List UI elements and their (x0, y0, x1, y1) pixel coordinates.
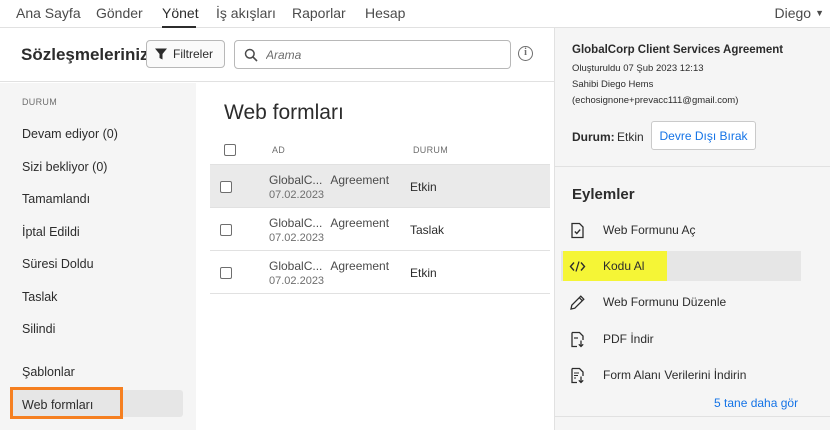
row-date: 07.02.2023 (269, 232, 325, 244)
action-download-form-data[interactable]: Form Alanı Verilerini İndirin (561, 360, 801, 390)
panel-bottom-divider (555, 416, 830, 417)
pdf-download-icon (571, 331, 584, 348)
nav-home[interactable]: Ana Sayfa (16, 5, 81, 21)
sidebar-heading: DURUM (22, 97, 57, 107)
sidebar-item-deleted[interactable]: Silindi (22, 322, 55, 336)
user-menu[interactable]: Diego ▼ (774, 5, 824, 21)
info-icon[interactable]: i (518, 46, 533, 61)
sidebar-item-templates[interactable]: Şablonlar (22, 365, 75, 379)
status-value: Etkin (617, 130, 644, 144)
details-panel: GlobalCorp Client Services Agreement Olu… (554, 28, 830, 430)
nav-account[interactable]: Hesap (365, 5, 405, 21)
nav-manage[interactable]: Yönet (162, 5, 199, 21)
sidebar-item-draft[interactable]: Taslak (22, 290, 57, 304)
row-name-part: Agreement (330, 259, 390, 273)
table-row[interactable]: GlobalC... Agreement 07.02.2023 Taslak (210, 208, 550, 251)
row-name-part: GlobalC... (269, 216, 323, 230)
row-name: GlobalC... Agreement (269, 216, 389, 230)
action-label: PDF İndir (603, 332, 654, 346)
user-name: Diego (774, 5, 812, 21)
created-date: Oluşturuldu 07 Şub 2023 12:13 (572, 63, 704, 74)
code-icon (569, 261, 586, 272)
search-input[interactable] (266, 47, 496, 62)
row-status: Etkin (410, 266, 437, 280)
owner-email: (echosignone+prevacc111@gmail.com) (572, 95, 739, 106)
action-download-pdf[interactable]: PDF İndir (561, 324, 801, 354)
top-nav: Ana Sayfa Gönder Yönet İş akışları Rapor… (0, 0, 830, 28)
page-title: Sözleşmeleriniz (21, 45, 149, 64)
filter-icon (155, 48, 167, 60)
column-header-name[interactable]: AD (272, 145, 285, 155)
disable-button[interactable]: Devre Dışı Bırak (651, 121, 756, 150)
action-label: Form Alanı Verilerini İndirin (603, 368, 747, 382)
row-date: 07.02.2023 (269, 189, 325, 201)
sidebar-item-in-progress[interactable]: Devam ediyor (0) (22, 127, 118, 141)
panel-divider (555, 166, 830, 167)
row-name: GlobalC... Agreement (269, 259, 389, 273)
action-label: Kodu Al (603, 259, 645, 273)
row-status: Taslak (410, 223, 445, 237)
action-get-code[interactable]: Kodu Al (561, 251, 801, 281)
owner-name: Sahibi Diego Hems (572, 79, 654, 90)
search-box[interactable] (234, 40, 511, 69)
select-all-checkbox[interactable] (224, 144, 236, 156)
table-row[interactable]: GlobalC... Agreement 07.02.2023 Etkin (210, 165, 550, 208)
filter-button[interactable]: Filtreler (146, 40, 225, 68)
status-label: Durum: (572, 130, 615, 144)
sidebar-item-completed[interactable]: Tamamlandı (22, 192, 90, 206)
nav-send[interactable]: Gönder (96, 5, 143, 21)
sidebar-item-waiting[interactable]: Sizi bekliyor (0) (22, 160, 107, 174)
actions-heading: Eylemler (572, 186, 635, 203)
nav-workflows[interactable]: İş akışları (216, 5, 276, 21)
sidebar-item-cancelled[interactable]: İptal Edildi (22, 225, 80, 239)
row-name-part: GlobalC... (269, 173, 323, 187)
nav-reports[interactable]: Raporlar (292, 5, 346, 21)
row-name-part: GlobalC... (269, 259, 323, 273)
row-name-part: Agreement (330, 173, 390, 187)
row-date: 07.02.2023 (269, 275, 325, 287)
search-icon (244, 48, 258, 62)
action-edit-web-form[interactable]: Web Formunu Düzenle (561, 287, 801, 317)
pencil-icon (570, 295, 585, 310)
agreement-title: GlobalCorp Client Services Agreement (572, 44, 784, 56)
row-checkbox[interactable] (220, 181, 232, 193)
filter-label: Filtreler (173, 47, 214, 61)
row-name: GlobalC... Agreement (269, 173, 389, 187)
table-row[interactable]: GlobalC... Agreement 07.02.2023 Etkin (210, 251, 550, 294)
row-checkbox[interactable] (220, 224, 232, 236)
document-check-icon (571, 222, 584, 239)
action-open-web-form[interactable]: Web Formunu Aç (561, 215, 801, 245)
sidebar-item-expired[interactable]: Süresi Doldu (22, 257, 94, 271)
status-sidebar: DURUM Devam ediyor (0) Sizi bekliyor (0)… (0, 83, 196, 430)
action-label: Web Formunu Aç (603, 223, 696, 237)
action-label: Web Formunu Düzenle (603, 295, 727, 309)
column-header-status[interactable]: DURUM (413, 145, 448, 155)
web-forms-list: Web formları AD DURUM GlobalC... Agreemen… (196, 83, 554, 430)
list-title: Web formları (224, 101, 344, 124)
row-checkbox[interactable] (220, 267, 232, 279)
row-status: Etkin (410, 180, 437, 194)
see-more-link[interactable]: 5 tane daha gör (714, 396, 798, 410)
toolbar: Sözleşmeleriniz Filtreler i (0, 28, 554, 82)
callout-highlight-box (10, 387, 123, 419)
chevron-down-icon: ▼ (815, 8, 824, 18)
data-download-icon (571, 367, 584, 384)
row-name-part: Agreement (330, 216, 390, 230)
